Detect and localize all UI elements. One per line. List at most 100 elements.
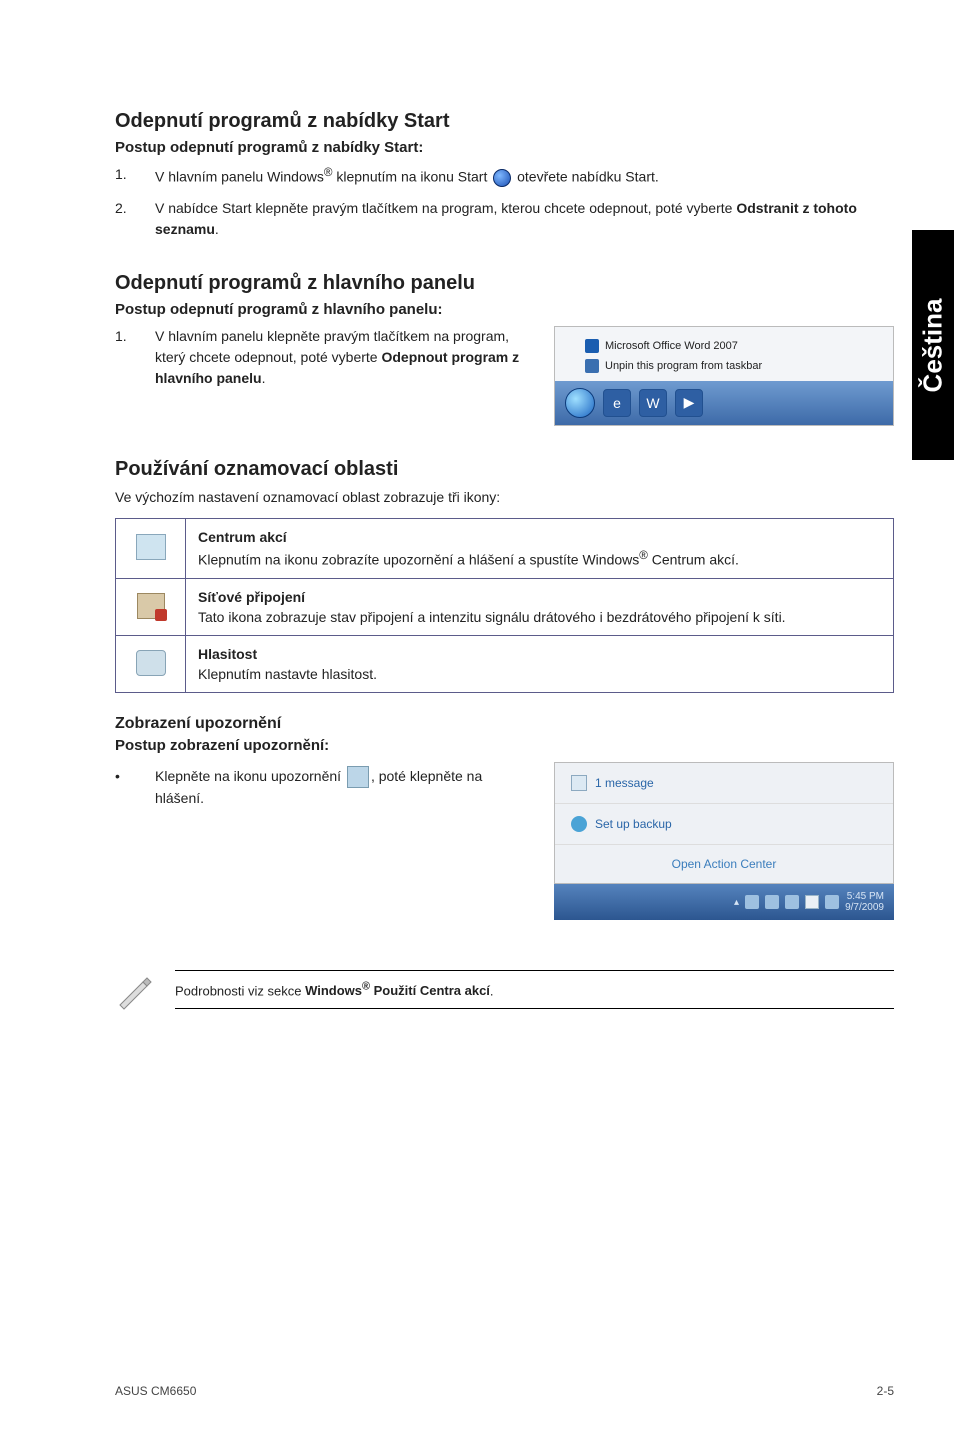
tray-icon <box>825 895 839 909</box>
desc-cell: Centrum akcí Klepnutím na ikonu zobrazít… <box>186 519 894 579</box>
two-column: • Klepněte na ikonu upozornění , poté kl… <box>115 762 894 920</box>
text: Microsoft Office Word 2007 <box>605 340 738 352</box>
tray-arrow-icon: ▴ <box>734 897 739 908</box>
desc-cell: Síťové připojení Tato ikona zobrazuje st… <box>186 579 894 636</box>
language-label: Čeština <box>918 298 949 392</box>
step-body: V hlavním panelu Windows® klepnutím na i… <box>155 164 894 188</box>
backup-icon <box>571 816 587 832</box>
heading-show-alert: Zobrazení upozornění <box>115 715 894 733</box>
tray-icon <box>745 895 759 909</box>
text: Unpin this program from taskbar <box>605 360 762 372</box>
tray-time: 5:45 PM <box>845 891 884 902</box>
popup-open-link: Open Action Center <box>555 845 893 883</box>
text: Klepnutím na ikonu zobrazíte upozornění … <box>198 552 639 568</box>
icon-cell <box>116 579 186 636</box>
tray-date: 9/7/2009 <box>845 902 884 913</box>
taskbar: e W ▶ <box>555 381 893 425</box>
start-orb-icon <box>565 388 595 418</box>
intro-text: Ve výchozím nastavení oznamovací oblast … <box>115 487 894 509</box>
desc-cell: Hlasitost Klepnutím nastavte hlasitost. <box>186 636 894 693</box>
cell-title: Centrum akcí <box>198 529 881 545</box>
step-1: 1. V hlavním panelu Windows® klepnutím n… <box>115 164 894 188</box>
text: Centrum akcí. <box>648 552 739 568</box>
left-col: 1. V hlavním panelu klepněte pravým tlač… <box>115 326 534 399</box>
step-body: V hlavním panelu klepněte pravým tlačítk… <box>155 326 534 389</box>
popup-header: 1 message <box>555 763 893 804</box>
registered: ® <box>362 981 370 993</box>
subheading-unpin-start: Postup odepnutí programů z nabídky Start… <box>115 139 894 156</box>
start-orb-icon <box>493 169 511 187</box>
jumplist-item-unpin: Unpin this program from taskbar <box>585 359 883 373</box>
text: 1 message <box>595 776 654 790</box>
step-2: 2. V nabídce Start klepněte pravým tlačí… <box>115 198 894 240</box>
note-pen-icon <box>115 970 155 1010</box>
system-tray: ▴ 5:45 PM 9/7/2009 <box>554 884 894 920</box>
icons-table: Centrum akcí Klepnutím na ikonu zobrazít… <box>115 518 894 693</box>
text: klepnutím na ikonu Start <box>332 169 491 185</box>
text: Set up backup <box>595 817 672 831</box>
section-notification-area: Používání oznamovací oblasti Ve výchozím… <box>115 458 894 1010</box>
tray-clock: 5:45 PM 9/7/2009 <box>845 891 884 913</box>
text: V nabídce Start klepněte pravým tlačítke… <box>155 200 736 216</box>
bullet-body: Klepněte na ikonu upozornění , poté klep… <box>155 766 534 809</box>
footer-page-number: 2-5 <box>877 1384 894 1398</box>
popup-pane: 1 message Set up backup Open Action Cent… <box>554 762 894 884</box>
step-number: 1. <box>115 164 155 188</box>
note-text: Podrobnosti viz sekce Windows® Použití C… <box>175 970 894 1009</box>
tray-volume-icon <box>785 895 799 909</box>
heading-notification-area: Používání oznamovací oblasti <box>115 458 894 481</box>
page-content: Odepnutí programů z nabídky Start Postup… <box>0 0 954 1010</box>
action-center-flag-icon <box>136 534 166 560</box>
subheading-unpin-taskbar: Postup odepnutí programů z hlavního pane… <box>115 301 894 318</box>
tray-flag-icon <box>805 895 819 909</box>
note-block: Podrobnosti viz sekce Windows® Použití C… <box>115 970 894 1010</box>
table-row: Hlasitost Klepnutím nastavte hlasitost. <box>116 636 894 693</box>
screenshot-taskbar-unpin: Microsoft Office Word 2007 Unpin this pr… <box>554 326 894 426</box>
cell-title: Hlasitost <box>198 646 881 662</box>
unpin-icon <box>585 359 599 373</box>
icon-cell <box>116 636 186 693</box>
bullet-item: • Klepněte na ikonu upozornění , poté kl… <box>115 766 534 809</box>
taskbar-wmp-icon: ▶ <box>675 389 703 417</box>
text: Klepněte na ikonu upozornění <box>155 768 345 784</box>
footer-product: ASUS CM6650 <box>115 1384 196 1398</box>
heading-unpin-taskbar: Odepnutí programů z hlavního panelu <box>115 272 894 295</box>
section-unpin-start: Odepnutí programů z nabídky Start Postup… <box>115 110 894 240</box>
text: otevřete nabídku Start. <box>513 169 659 185</box>
cell-title: Síťové připojení <box>198 589 881 605</box>
step-number: 1. <box>115 326 155 389</box>
screenshot-action-center-popup: 1 message Set up backup Open Action Cent… <box>554 762 894 920</box>
word-icon <box>585 339 599 353</box>
steps-unpin-start: 1. V hlavním panelu Windows® klepnutím n… <box>115 164 894 240</box>
flag-icon <box>571 775 587 791</box>
tray-icon <box>765 895 779 909</box>
registered: ® <box>639 549 648 562</box>
step-number: 2. <box>115 198 155 240</box>
network-icon <box>137 593 165 619</box>
bold-text: Windows <box>305 983 362 998</box>
text: . <box>262 370 266 386</box>
jumplist-item-word: Microsoft Office Word 2007 <box>585 339 883 353</box>
volume-icon <box>136 650 166 676</box>
steps-unpin-taskbar: 1. V hlavním panelu klepněte pravým tlač… <box>115 326 534 389</box>
section-unpin-taskbar: Odepnutí programů z hlavního panelu Post… <box>115 272 894 426</box>
text: Tato ikona zobrazuje stav připojení a in… <box>198 609 786 625</box>
page-footer: ASUS CM6650 2-5 <box>115 1384 894 1398</box>
heading-unpin-start: Odepnutí programů z nabídky Start <box>115 110 894 133</box>
table-row: Centrum akcí Klepnutím na ikonu zobrazít… <box>116 519 894 579</box>
taskbar-word-icon: W <box>639 389 667 417</box>
text: . <box>490 983 494 998</box>
language-side-tab: Čeština <box>912 230 954 460</box>
step-1: 1. V hlavním panelu klepněte pravým tlač… <box>115 326 534 389</box>
text: V hlavním panelu Windows <box>155 169 324 185</box>
left-col: • Klepněte na ikonu upozornění , poté kl… <box>115 762 534 809</box>
icon-cell <box>116 519 186 579</box>
text: Klepnutím nastavte hlasitost. <box>198 666 377 682</box>
bullet-marker: • <box>115 766 155 809</box>
action-center-flag-icon <box>347 766 369 788</box>
text: Open Action Center <box>672 857 777 871</box>
subheading-show-alert: Postup zobrazení upozornění: <box>115 737 894 754</box>
table-row: Síťové připojení Tato ikona zobrazuje st… <box>116 579 894 636</box>
step-body: V nabídce Start klepněte pravým tlačítke… <box>155 198 894 240</box>
text: Podrobnosti viz sekce <box>175 983 305 998</box>
